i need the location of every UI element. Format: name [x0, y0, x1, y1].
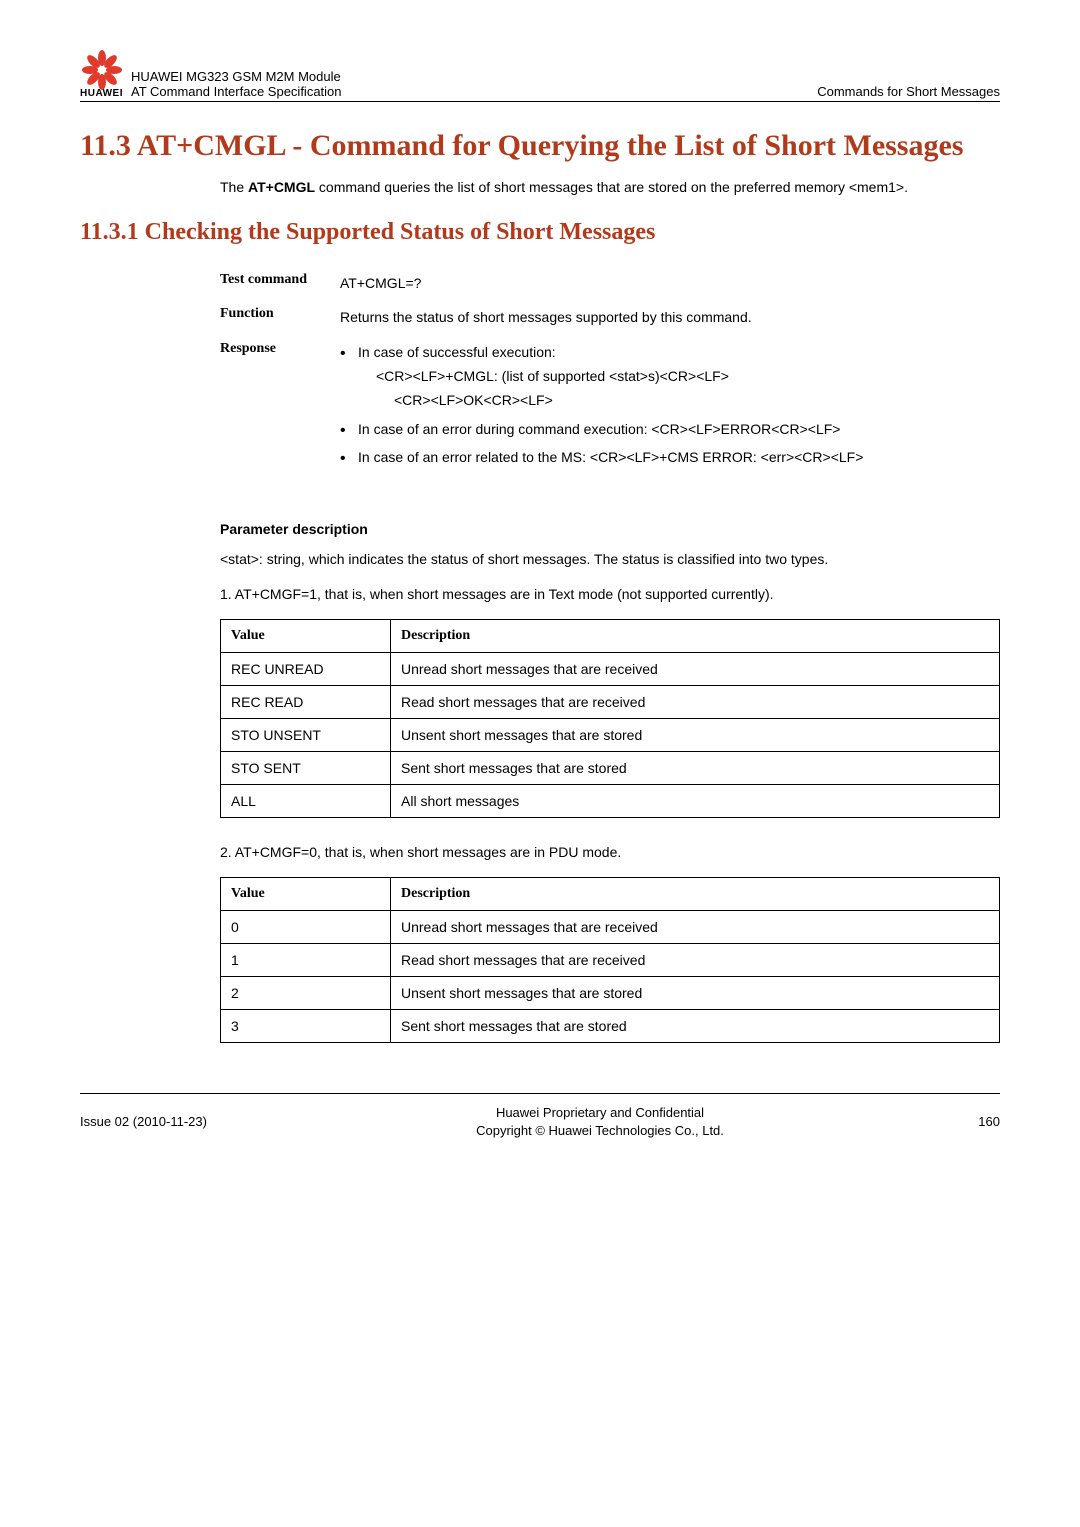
table-row: 3Sent short messages that are stored — [221, 1009, 1000, 1042]
footer-copyright: Copyright © Huawei Technologies Co., Ltd… — [260, 1122, 940, 1140]
table-header-row: Value Description — [221, 877, 1000, 910]
header-right: Commands for Short Messages — [817, 84, 1000, 99]
th-value: Value — [221, 877, 391, 910]
intro-prefix: The — [220, 179, 248, 195]
mode2-text: 2. AT+CMGF=0, that is, when short messag… — [220, 842, 1000, 863]
table-row: REC READRead short messages that are rec… — [221, 685, 1000, 718]
table-row: REC UNREADUnread short messages that are… — [221, 652, 1000, 685]
table-row: STO UNSENTUnsent short messages that are… — [221, 718, 1000, 751]
parameter-heading: Parameter description — [220, 521, 1000, 537]
cell-description: Sent short messages that are stored — [391, 751, 1000, 784]
response-label: Response — [220, 335, 340, 481]
cell-description: Sent short messages that are stored — [391, 1009, 1000, 1042]
cell-description: Unsent short messages that are stored — [391, 976, 1000, 1009]
intro-suffix: command queries the list of short messag… — [315, 179, 908, 195]
mode1-text: 1. AT+CMGF=1, that is, when short messag… — [220, 584, 1000, 605]
product-name: HUAWEI MG323 GSM M2M Module — [131, 69, 342, 84]
th-description: Description — [391, 877, 1000, 910]
response-lead-0: In case of successful execution: — [358, 344, 556, 360]
page-footer: Issue 02 (2010-11-23) Huawei Proprietary… — [80, 1093, 1000, 1140]
command-table: Test command AT+CMGL=? Function Returns … — [220, 266, 1000, 481]
cell-value: 3 — [221, 1009, 391, 1042]
cell-description: Unsent short messages that are stored — [391, 718, 1000, 751]
test-command-row: Test command AT+CMGL=? — [220, 266, 1000, 300]
page-header: HUAWEI HUAWEI MG323 GSM M2M Module AT Co… — [80, 50, 1000, 102]
cell-value: 0 — [221, 910, 391, 943]
cell-description: Read short messages that are received — [391, 685, 1000, 718]
cell-value: REC UNREAD — [221, 652, 391, 685]
th-value: Value — [221, 619, 391, 652]
response-line-0-0: <CR><LF>+CMGL: (list of supported <stat>… — [376, 365, 1000, 387]
pdu-mode-table: Value Description 0Unread short messages… — [220, 877, 1000, 1043]
table-row: 2Unsent short messages that are stored — [221, 976, 1000, 1009]
header-left: HUAWEI MG323 GSM M2M Module AT Command I… — [131, 69, 342, 99]
test-command-value: AT+CMGL=? — [340, 266, 1000, 300]
cell-description: Unread short messages that are received — [391, 652, 1000, 685]
test-command-label: Test command — [220, 266, 340, 300]
th-description: Description — [391, 619, 1000, 652]
text-mode-table: Value Description REC UNREADUnread short… — [220, 619, 1000, 818]
footer-proprietary: Huawei Proprietary and Confidential — [260, 1104, 940, 1122]
intro-command: AT+CMGL — [248, 179, 315, 195]
response-content: In case of successful execution: <CR><LF… — [340, 335, 1000, 481]
function-value: Returns the status of short messages sup… — [340, 300, 1000, 334]
function-row: Function Returns the status of short mes… — [220, 300, 1000, 334]
cell-value: ALL — [221, 784, 391, 817]
cell-value: REC READ — [221, 685, 391, 718]
footer-center: Huawei Proprietary and Confidential Copy… — [260, 1104, 940, 1140]
response-item-1: In case of an error during command execu… — [340, 418, 1000, 440]
table-row: 1Read short messages that are received — [221, 943, 1000, 976]
cell-value: 2 — [221, 976, 391, 1009]
footer-page-number: 160 — [940, 1114, 1000, 1129]
subsection-title: 11.3.1 Checking the Supported Status of … — [80, 219, 1000, 246]
response-item-2: In case of an error related to the MS: <… — [340, 446, 1000, 468]
stat-description: <stat>: string, which indicates the stat… — [220, 549, 1000, 570]
brand-logo: HUAWEI — [80, 50, 123, 99]
cell-description: All short messages — [391, 784, 1000, 817]
response-line-0-1: <CR><LF>OK<CR><LF> — [394, 389, 1000, 411]
response-item-0: In case of successful execution: <CR><LF… — [340, 341, 1000, 412]
cell-value: 1 — [221, 943, 391, 976]
table-row: STO SENTSent short messages that are sto… — [221, 751, 1000, 784]
response-list: In case of successful execution: <CR><LF… — [340, 341, 1000, 469]
doc-subtitle: AT Command Interface Specification — [131, 84, 342, 99]
header-titles: HUAWEI MG323 GSM M2M Module AT Command I… — [131, 69, 1000, 99]
section-title: 11.3 AT+CMGL - Command for Querying the … — [80, 127, 1000, 165]
response-lead-1: In case of an error during command execu… — [358, 421, 840, 437]
response-lead-2: In case of an error related to the MS: <… — [358, 449, 863, 465]
function-label: Function — [220, 300, 340, 334]
table-row: 0Unread short messages that are received — [221, 910, 1000, 943]
cell-description: Unread short messages that are received — [391, 910, 1000, 943]
cell-value: STO UNSENT — [221, 718, 391, 751]
huawei-flower-icon — [82, 50, 122, 90]
cell-description: Read short messages that are received — [391, 943, 1000, 976]
table-row: ALLAll short messages — [221, 784, 1000, 817]
response-row: Response In case of successful execution… — [220, 335, 1000, 481]
section-intro: The AT+CMGL command queries the list of … — [220, 177, 1000, 197]
footer-issue: Issue 02 (2010-11-23) — [80, 1114, 260, 1129]
table-header-row: Value Description — [221, 619, 1000, 652]
cell-value: STO SENT — [221, 751, 391, 784]
